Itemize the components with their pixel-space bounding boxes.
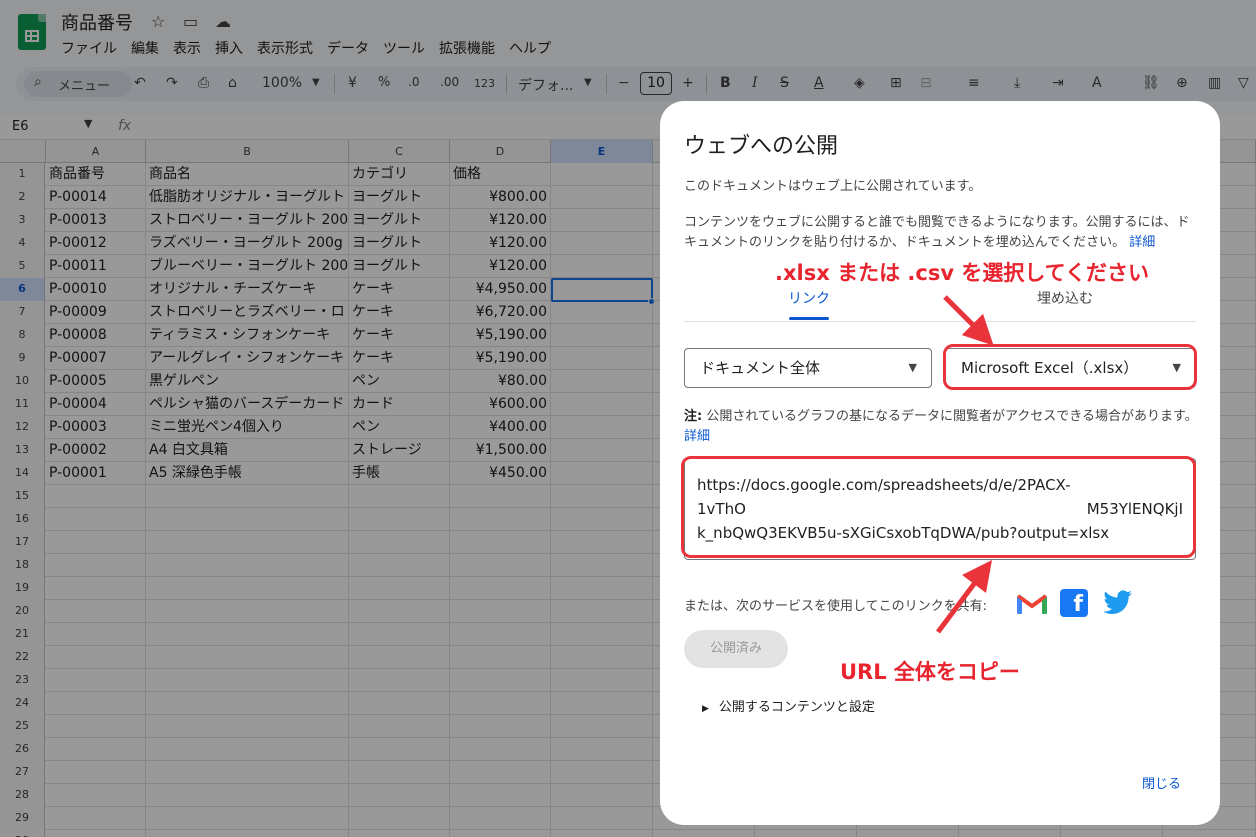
arrow-to-url-field	[936, 560, 992, 634]
annotation-arrows	[936, 295, 994, 634]
arrow-to-format-select	[943, 295, 994, 346]
